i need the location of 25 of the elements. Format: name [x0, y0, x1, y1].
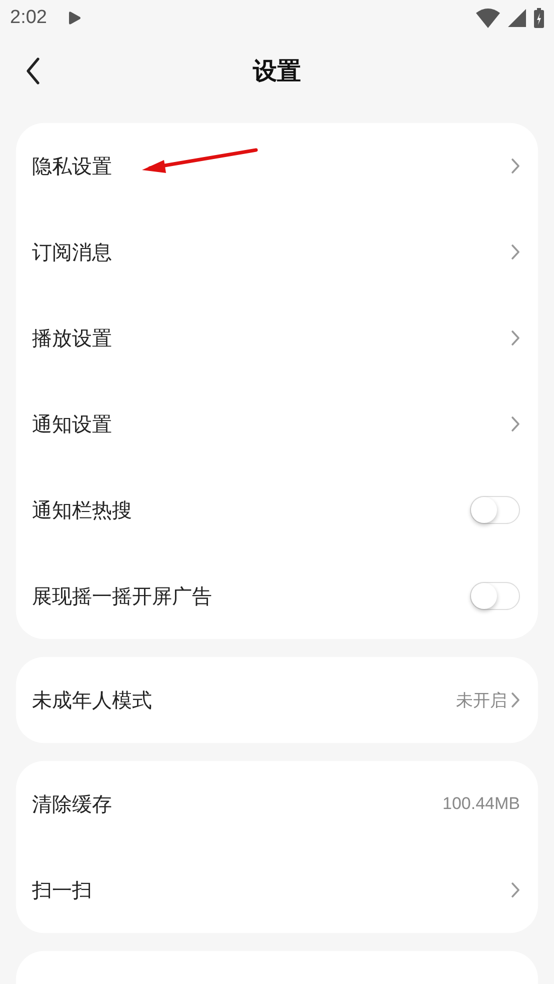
chevron-icon	[511, 416, 520, 432]
setting-label[interactable]: 隐私设置	[32, 152, 112, 180]
play-icon	[66, 11, 81, 25]
toggle-switch[interactable]	[470, 496, 520, 524]
setting-label[interactable]: 清除缓存	[32, 790, 112, 818]
signal-icon	[508, 9, 526, 27]
setting-label[interactable]: 通知设置	[32, 410, 112, 438]
chevron-icon	[511, 882, 520, 898]
setting-label[interactable]: 扫一扫	[32, 876, 92, 904]
page-title: 设置	[253, 56, 301, 87]
back-icon[interactable]	[25, 57, 41, 85]
toggle-switch[interactable]	[470, 582, 520, 610]
setting-value: 未开启	[456, 690, 507, 712]
setting-value: 100.44MB	[442, 794, 520, 814]
chevron-icon	[511, 244, 520, 260]
chevron-icon	[511, 158, 520, 174]
setting-label[interactable]: 播放设置	[32, 324, 112, 352]
wifi-icon	[476, 8, 500, 28]
setting-label[interactable]: 订阅消息	[32, 238, 112, 266]
setting-label[interactable]: 通知栏热搜	[32, 496, 132, 524]
status-time: 2:02	[10, 7, 47, 29]
battery-icon	[534, 8, 544, 28]
chevron-icon	[511, 330, 520, 346]
setting-label[interactable]: 未成年人模式	[32, 686, 152, 714]
setting-label[interactable]: 展现摇一摇开屏广告	[32, 582, 212, 610]
